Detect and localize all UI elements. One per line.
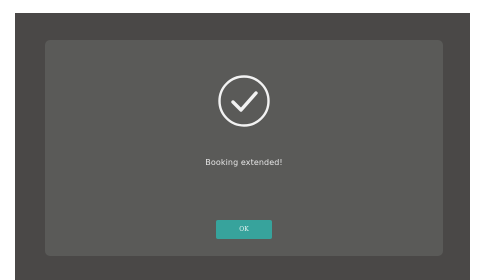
confirmation-dialog: Booking extended! OK (45, 40, 443, 256)
dialog-message: Booking extended! (205, 158, 283, 167)
app-screen: Booking extended! OK (15, 13, 470, 280)
check-circle-icon (218, 75, 270, 127)
ok-button[interactable]: OK (216, 220, 272, 239)
